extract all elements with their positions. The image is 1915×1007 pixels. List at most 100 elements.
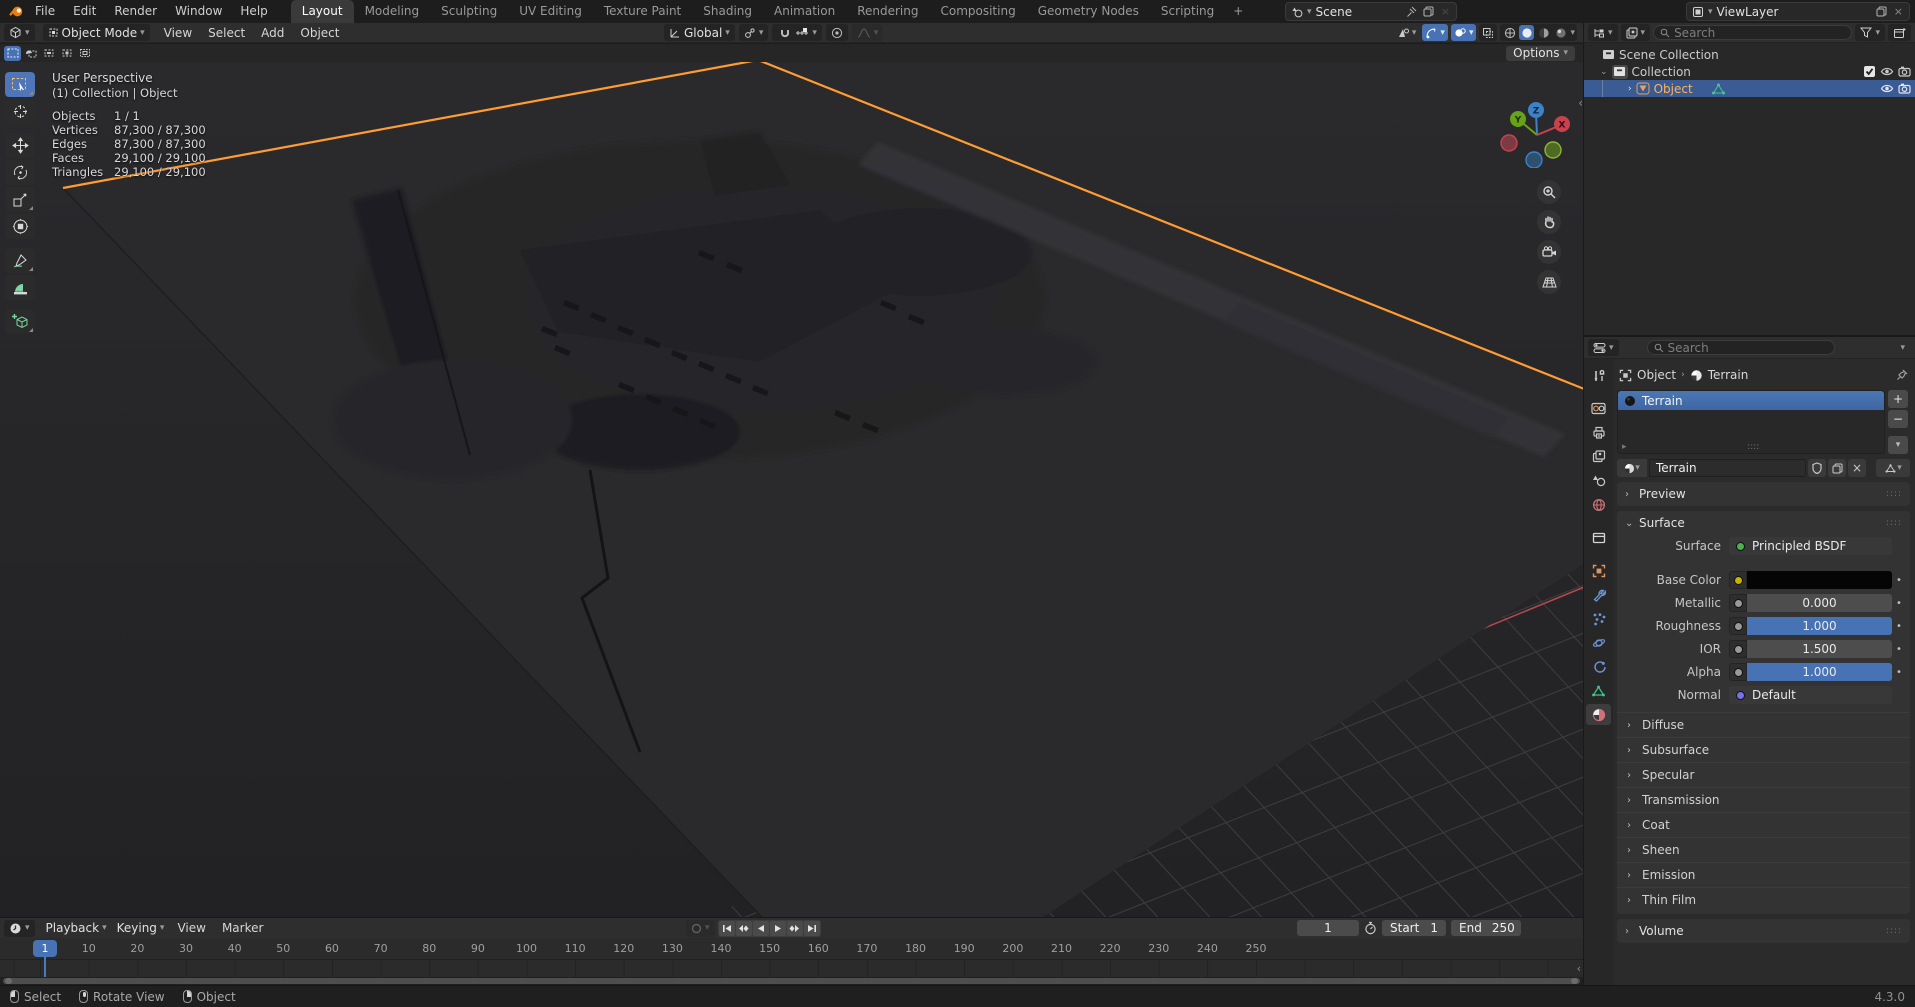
decorator-dot[interactable]: •: [1892, 667, 1906, 678]
options-button[interactable]: Options ▾: [1506, 46, 1575, 61]
play-reverse-button[interactable]: [753, 921, 769, 936]
proportional-editing-button[interactable]: [826, 24, 848, 41]
properties-editor-type-button[interactable]: ▾: [1588, 339, 1619, 356]
subpanel-emission[interactable]: ›Emission: [1617, 862, 1910, 887]
tool-add-cube[interactable]: [5, 309, 35, 334]
fake-user-shield-button[interactable]: [1808, 459, 1826, 477]
show-gizmo-toggle[interactable]: ▾: [1422, 24, 1448, 41]
select-mode-subtract-button[interactable]: [40, 46, 57, 61]
new-scene-icon[interactable]: [1422, 5, 1435, 18]
timeline-ruler[interactable]: 1 10203040506070809010011012013014015016…: [0, 938, 1583, 960]
outliner-display-mode-button[interactable]: ▾: [1621, 24, 1651, 41]
subpanel-sheen[interactable]: ›Sheen: [1617, 837, 1910, 862]
tab-compositing[interactable]: Compositing: [929, 0, 1026, 23]
timeline-track[interactable]: [0, 960, 1583, 977]
tool-measure[interactable]: [5, 275, 35, 300]
tool-cursor[interactable]: [5, 99, 35, 124]
scene-selector[interactable]: ▾ Scene ×: [1285, 2, 1457, 21]
proportional-falloff-selector[interactable]: ▾: [852, 24, 884, 41]
tool-select-box[interactable]: [5, 72, 35, 97]
outliner-search[interactable]: Search: [1653, 25, 1852, 40]
subpanel-coat[interactable]: ›Coat: [1617, 812, 1910, 837]
playhead-line[interactable]: [44, 956, 46, 977]
unlink-scene-button[interactable]: ×: [1439, 5, 1452, 18]
tab-animation[interactable]: Animation: [763, 0, 846, 23]
timeline-view-menu[interactable]: View: [169, 921, 213, 935]
tab-sculpting[interactable]: Sculpting: [430, 0, 508, 23]
socket-color-button[interactable]: [1729, 571, 1747, 589]
subpanel-subsurface[interactable]: ›Subsurface: [1617, 737, 1910, 762]
show-overlays-toggle[interactable]: ▾: [1451, 24, 1477, 41]
tab-physics[interactable]: [1586, 632, 1611, 653]
resize-grip-icon[interactable]: ::::: [1747, 442, 1759, 452]
slot-specials-button[interactable]: ▾: [1888, 436, 1908, 454]
decorator-dot[interactable]: •: [1892, 621, 1906, 632]
blender-logo-icon[interactable]: [6, 5, 26, 18]
tab-layout[interactable]: Layout: [291, 0, 354, 23]
tab-view-layer[interactable]: [1586, 446, 1611, 467]
select-mode-extend-button[interactable]: [22, 46, 39, 61]
outliner-row-object[interactable]: › Object: [1584, 80, 1915, 97]
outliner-editor-type-button[interactable]: ▾: [1588, 24, 1618, 41]
zoom-button[interactable]: [1537, 180, 1561, 204]
tool-scale[interactable]: [5, 187, 35, 212]
shading-wireframe-button[interactable]: [1502, 25, 1517, 40]
normal-node-field[interactable]: Default: [1729, 686, 1892, 704]
timeline-collapse-arrow[interactable]: ‹: [1577, 962, 1581, 975]
tab-object[interactable]: [1586, 560, 1611, 581]
remove-slot-button[interactable]: −: [1888, 410, 1908, 428]
shading-rendered-button[interactable]: [1553, 25, 1568, 40]
pin-icon[interactable]: [1896, 369, 1908, 381]
tab-object-data[interactable]: [1586, 680, 1611, 701]
outliner-row-scene-collection[interactable]: Scene Collection: [1584, 46, 1915, 63]
tab-geometry-nodes[interactable]: Geometry Nodes: [1027, 0, 1150, 23]
tab-output[interactable]: [1586, 422, 1611, 443]
breadcrumb-material[interactable]: Terrain: [1708, 368, 1749, 382]
subpanel-specular[interactable]: ›Specular: [1617, 762, 1910, 787]
browse-material-button[interactable]: ▾: [1617, 459, 1647, 477]
disable-render-camera-icon[interactable]: [1898, 83, 1911, 94]
menu-view[interactable]: View: [156, 26, 200, 40]
add-workspace-button[interactable]: +: [1225, 0, 1251, 23]
outliner-row-collection[interactable]: ⌄ Collection: [1584, 63, 1915, 80]
volume-panel-header[interactable]: › Volume ::::: [1617, 921, 1910, 941]
timeline-editor-type-button[interactable]: ▾: [4, 920, 35, 937]
list-grip-icon[interactable]: ▸: [1622, 442, 1627, 452]
menu-object[interactable]: Object: [292, 26, 347, 40]
shading-material-preview-button[interactable]: [1536, 25, 1551, 40]
tab-rendering[interactable]: Rendering: [846, 0, 929, 23]
tab-tool[interactable]: [1586, 365, 1611, 386]
select-mode-invert-button[interactable]: [58, 46, 75, 61]
socket-value-button[interactable]: [1729, 640, 1747, 658]
editor-type-button[interactable]: ▾: [4, 24, 35, 41]
tab-world[interactable]: [1586, 494, 1611, 515]
tab-uv-editing[interactable]: UV Editing: [508, 0, 593, 23]
new-view-layer-icon[interactable]: [1875, 5, 1888, 18]
menu-help[interactable]: Help: [231, 0, 276, 23]
remove-view-layer-button[interactable]: ×: [1892, 5, 1905, 18]
disclosure-closed-icon[interactable]: ›: [1628, 84, 1632, 94]
tool-move[interactable]: [5, 133, 35, 158]
tab-texture-paint[interactable]: Texture Paint: [593, 0, 692, 23]
ior-value-field[interactable]: 1.500: [1747, 640, 1892, 658]
jump-to-start-button[interactable]: [719, 921, 735, 936]
decorator-dot[interactable]: •: [1892, 644, 1906, 655]
previous-keyframe-button[interactable]: [736, 921, 752, 936]
surface-node-field[interactable]: Principled BSDF: [1729, 537, 1892, 555]
disclosure-open-icon[interactable]: ⌄: [1600, 67, 1608, 77]
material-slot-active[interactable]: Terrain: [1618, 391, 1884, 410]
pan-hand-button[interactable]: [1537, 210, 1561, 234]
menu-window[interactable]: Window: [166, 0, 231, 23]
properties-search[interactable]: Search: [1647, 340, 1835, 355]
menu-render[interactable]: Render: [105, 0, 166, 23]
checkbox-icon[interactable]: [1863, 65, 1876, 78]
view-layer-selector[interactable]: ▾ ViewLayer ×: [1686, 2, 1910, 21]
start-frame-field[interactable]: Start 1: [1382, 920, 1446, 936]
keying-menu[interactable]: Keying ▾: [112, 920, 170, 937]
add-slot-button[interactable]: +: [1888, 390, 1908, 408]
hide-eye-icon[interactable]: [1880, 83, 1894, 94]
axis-orientation-gizmo[interactable]: Z Y X: [1497, 90, 1575, 168]
node-tree-filter-button[interactable]: ▾: [1876, 459, 1910, 477]
tab-constraints[interactable]: [1586, 656, 1611, 677]
tool-transform[interactable]: [5, 214, 35, 239]
